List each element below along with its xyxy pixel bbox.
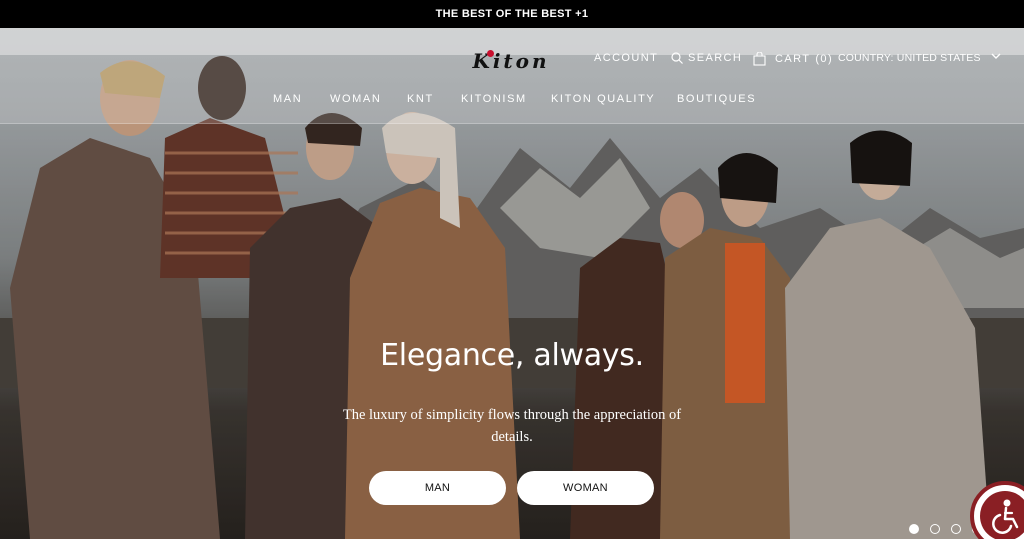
hero-title: Elegance, always. [380,338,644,373]
carousel-dot-1[interactable] [909,524,919,534]
cart-label: CART [775,53,811,65]
accessibility-badge [980,491,1024,539]
nav-item-knt[interactable]: KNT [407,93,434,105]
chevron-down-icon[interactable] [990,50,1002,62]
nav-item-man[interactable]: MAN [273,93,302,105]
shop-woman-button[interactable]: WOMAN [517,471,654,505]
nav-item-woman[interactable]: WOMAN [330,93,381,105]
accessibility-icon [992,499,1019,534]
nav-item-boutiques[interactable]: BOUTIQUES [677,93,756,105]
promo-bar: THE BEST OF THE BEST +1 [0,0,1024,28]
shop-man-label: MAN [424,482,451,494]
search-label: SEARCH [688,52,743,64]
nav-item-kitonism[interactable]: KITONISM [461,93,527,105]
nav-item-kiton-quality[interactable]: KITON QUALITY [551,93,655,105]
country-label: COUNTRY: UNITED STATES [838,52,981,64]
promo-text: THE BEST OF THE BEST +1 [435,8,589,20]
cart-count: (0) [815,53,834,65]
shop-woman-label: WOMAN [563,482,608,494]
shopping-bag-icon [753,52,766,66]
logo-dot-icon [487,50,494,57]
hero-subtitle: The luxury of simplicity flows through t… [342,407,682,445]
country-selector[interactable]: COUNTRY: UNITED STATES [838,52,981,64]
main-nav: MAN WOMAN KNT KITONISM KITON QUALITY BOU… [0,93,1024,109]
search-link[interactable]: SEARCH [671,52,742,64]
cart-link[interactable]: CART (0) [753,52,833,66]
carousel-dot-3[interactable] [951,524,961,534]
kiton-logo[interactable]: Kiton [448,49,574,73]
carousel-dot-2[interactable] [930,524,940,534]
search-icon [671,52,683,64]
account-link[interactable]: ACCOUNT [594,52,658,64]
shop-man-button[interactable]: MAN [369,471,506,505]
site-header: Kiton ACCOUNT SEARCH CART (0) COUNTRY: U… [0,28,1024,124]
logo-text: Kiton [472,49,550,73]
account-label: ACCOUNT [594,52,659,64]
